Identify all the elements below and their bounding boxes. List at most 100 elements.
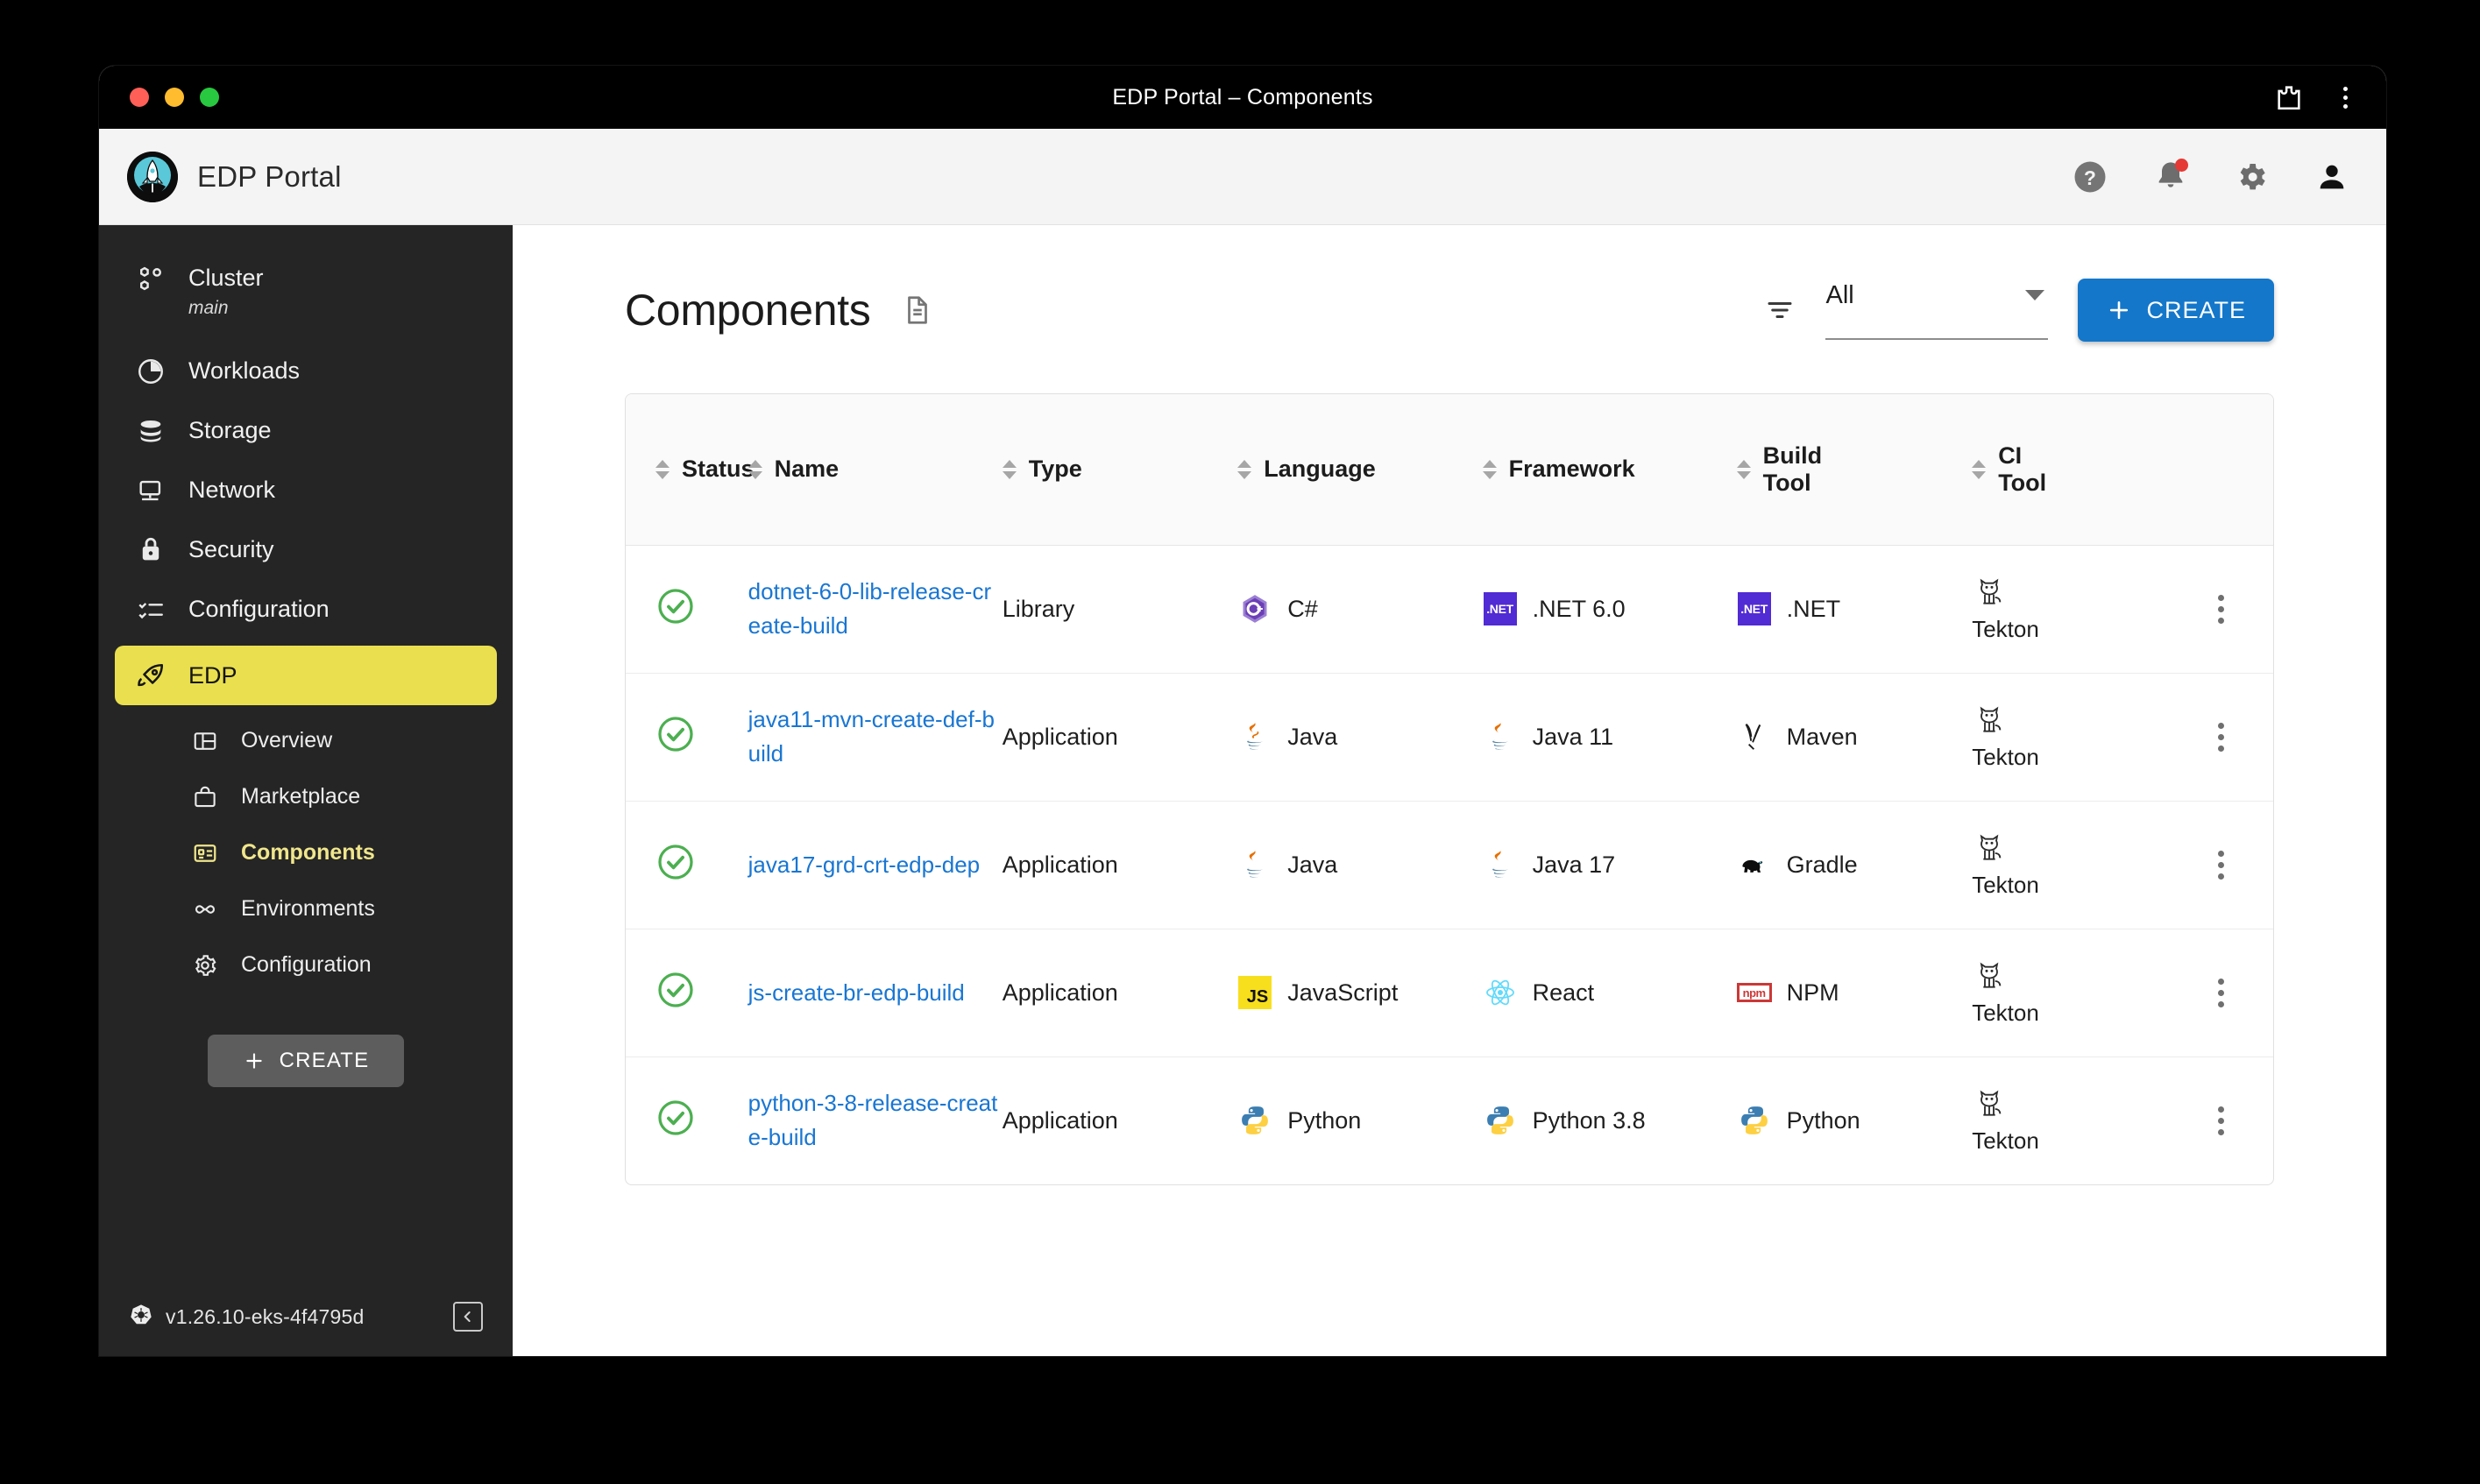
sidebar-item-storage[interactable]: Storage: [99, 400, 513, 460]
sidebar-subitem-label-marketplace: Marketplace: [241, 783, 361, 809]
collapse-sidebar-icon[interactable]: [453, 1302, 483, 1332]
close-window-button[interactable]: [130, 88, 149, 107]
table-row[interactable]: dotnet-6-0-lib-release-create-build Libr…: [626, 545, 2273, 674]
framework-label: Java 17: [1532, 851, 1616, 878]
component-name-link[interactable]: java17-grd-crt-edp-dep: [748, 852, 980, 878]
row-actions-kebab-icon[interactable]: [2170, 722, 2273, 752]
cell-actions: [2169, 673, 2273, 802]
table-row[interactable]: java11-mvn-create-def-build Application: [626, 673, 2273, 802]
cell-build-tool: .NET .NET: [1736, 545, 1973, 674]
framework-label: Java 11: [1532, 723, 1614, 750]
brand-area[interactable]: EDP Portal: [127, 151, 342, 202]
row-actions-kebab-icon[interactable]: [2170, 594, 2273, 624]
csharp-icon: [1237, 591, 1272, 626]
sidebar-subitem-label-components: Components: [241, 839, 375, 865]
window-title: EDP Portal – Components: [1112, 84, 1373, 110]
npm-icon: npm: [1736, 975, 1772, 1010]
sidebar-subitem-components[interactable]: Components: [99, 824, 513, 880]
column-header-status[interactable]: Status: [626, 394, 755, 546]
sidebar-subitem-label-overview: Overview: [241, 727, 333, 753]
sidebar-item-network[interactable]: Network: [99, 460, 513, 519]
sidebar-subitem-configuration[interactable]: Configuration: [99, 936, 513, 993]
cell-status: [626, 801, 748, 929]
minimize-window-button[interactable]: [165, 88, 184, 107]
components-table-card: Status Name Type Language Framework Buil…: [625, 393, 2274, 1185]
dotnet-icon: .NET: [1483, 591, 1518, 626]
component-name-link[interactable]: python-3-8-release-create-build: [748, 1090, 998, 1150]
column-header-framework[interactable]: Framework: [1482, 394, 1737, 546]
table-row[interactable]: python-3-8-release-create-build Applicat…: [626, 1056, 2273, 1184]
sidebar-item-cluster[interactable]: Cluster main: [99, 248, 513, 341]
tekton-cat-icon: [1972, 959, 2007, 994]
table-row[interactable]: java17-grd-crt-edp-dep Application Java …: [626, 801, 2273, 929]
component-name-link[interactable]: java11-mvn-create-def-build: [748, 706, 995, 767]
sidebar-create-button[interactable]: CREATE: [207, 1035, 405, 1087]
documentation-icon[interactable]: [901, 293, 934, 327]
build-tool-label: Python: [1786, 1106, 1860, 1134]
cell-ci-tool: Tekton: [1972, 545, 2170, 674]
cell-actions: [2170, 1056, 2273, 1184]
sidebar-subitem-environments[interactable]: Environments: [99, 880, 513, 936]
sidebar-subitem-marketplace[interactable]: Marketplace: [99, 768, 513, 824]
cell-actions: [2169, 545, 2273, 674]
status-success-check-icon: [655, 1100, 696, 1143]
sidebar-item-security[interactable]: Security: [99, 519, 513, 579]
column-header-ci-tool[interactable]: CI Tool: [1972, 394, 2170, 546]
notification-badge: [2175, 158, 2188, 172]
row-actions-kebab-icon[interactable]: [2170, 978, 2273, 1007]
column-label-framework: Framework: [1508, 456, 1635, 483]
cell-build-tool: npm NPM: [1736, 929, 1973, 1057]
help-icon[interactable]: ?: [2071, 158, 2109, 196]
column-header-name[interactable]: Name: [748, 394, 1003, 546]
component-name-link[interactable]: dotnet-6-0-lib-release-create-build: [748, 578, 991, 639]
column-label-status: Status: [682, 456, 755, 483]
filter-icon[interactable]: [1764, 294, 1796, 326]
column-header-type[interactable]: Type: [1002, 394, 1238, 546]
notifications-icon[interactable]: [2151, 158, 2190, 196]
framework-label: .NET 6.0: [1532, 595, 1626, 622]
sidebar-item-edp[interactable]: EDP: [115, 646, 497, 705]
component-name-link[interactable]: js-create-br-edp-build: [748, 979, 965, 1006]
sidebar-subitem-label-environments: Environments: [241, 895, 375, 921]
create-button[interactable]: CREATE: [2078, 279, 2274, 342]
chevron-down-icon: [2025, 289, 2045, 300]
framework-label: Python 3.8: [1532, 1106, 1646, 1134]
cell-name: python-3-8-release-create-build: [748, 1056, 1003, 1184]
sort-arrows-icon: [1002, 459, 1017, 479]
maximize-window-button[interactable]: [200, 88, 219, 107]
user-account-icon[interactable]: [2313, 158, 2351, 196]
sidebar-subitem-overview[interactable]: Overview: [99, 712, 513, 768]
column-header-language[interactable]: Language: [1237, 394, 1483, 546]
sort-arrows-icon: [655, 459, 670, 479]
sidebar-item-label-workloads: Workloads: [188, 357, 301, 384]
sidebar-subitem-label-configuration: Configuration: [241, 951, 372, 977]
row-actions-kebab-icon[interactable]: [2170, 1106, 2273, 1135]
row-actions-kebab-icon[interactable]: [2170, 850, 2273, 880]
kubernetes-version-label: v1.26.10-eks-4f4795d: [166, 1304, 365, 1328]
build-tool-label: Gradle: [1786, 851, 1858, 878]
filter-select[interactable]: All: [1825, 281, 2049, 340]
table-row[interactable]: js-create-br-edp-build Application JS Ja…: [626, 929, 2273, 1057]
browser-toolbar-right: [2274, 82, 2360, 112]
cell-framework: Java 11: [1482, 673, 1737, 802]
python-icon: [1483, 1103, 1518, 1138]
chrome-menu-icon[interactable]: [2330, 82, 2360, 112]
cell-status: [626, 673, 748, 802]
framework-label: React: [1532, 979, 1595, 1006]
column-header-build-tool[interactable]: Build Tool: [1736, 394, 1973, 546]
table-body: dotnet-6-0-lib-release-create-build Libr…: [626, 545, 2273, 1184]
ci-tool-label: Tekton: [1972, 743, 2039, 770]
cell-framework: .NET .NET 6.0: [1482, 545, 1737, 674]
cell-build-tool: Gradle: [1736, 801, 1973, 929]
build-tool-label: .NET: [1786, 595, 1841, 622]
browser-extension-icon[interactable]: [2274, 82, 2304, 112]
cell-ci-tool: Tekton: [1972, 929, 2170, 1057]
settings-gear-icon[interactable]: [2232, 158, 2271, 196]
cell-actions: [2169, 929, 2273, 1057]
create-button-label: CREATE: [2146, 296, 2246, 323]
cluster-icon: [134, 262, 167, 295]
sidebar-item-configuration[interactable]: Configuration: [99, 579, 513, 639]
sidebar-footer: v1.26.10-eks-4f4795d: [99, 1302, 513, 1356]
sidebar-item-label-edp: EDP: [188, 662, 237, 689]
sidebar-item-workloads[interactable]: Workloads: [99, 341, 513, 400]
